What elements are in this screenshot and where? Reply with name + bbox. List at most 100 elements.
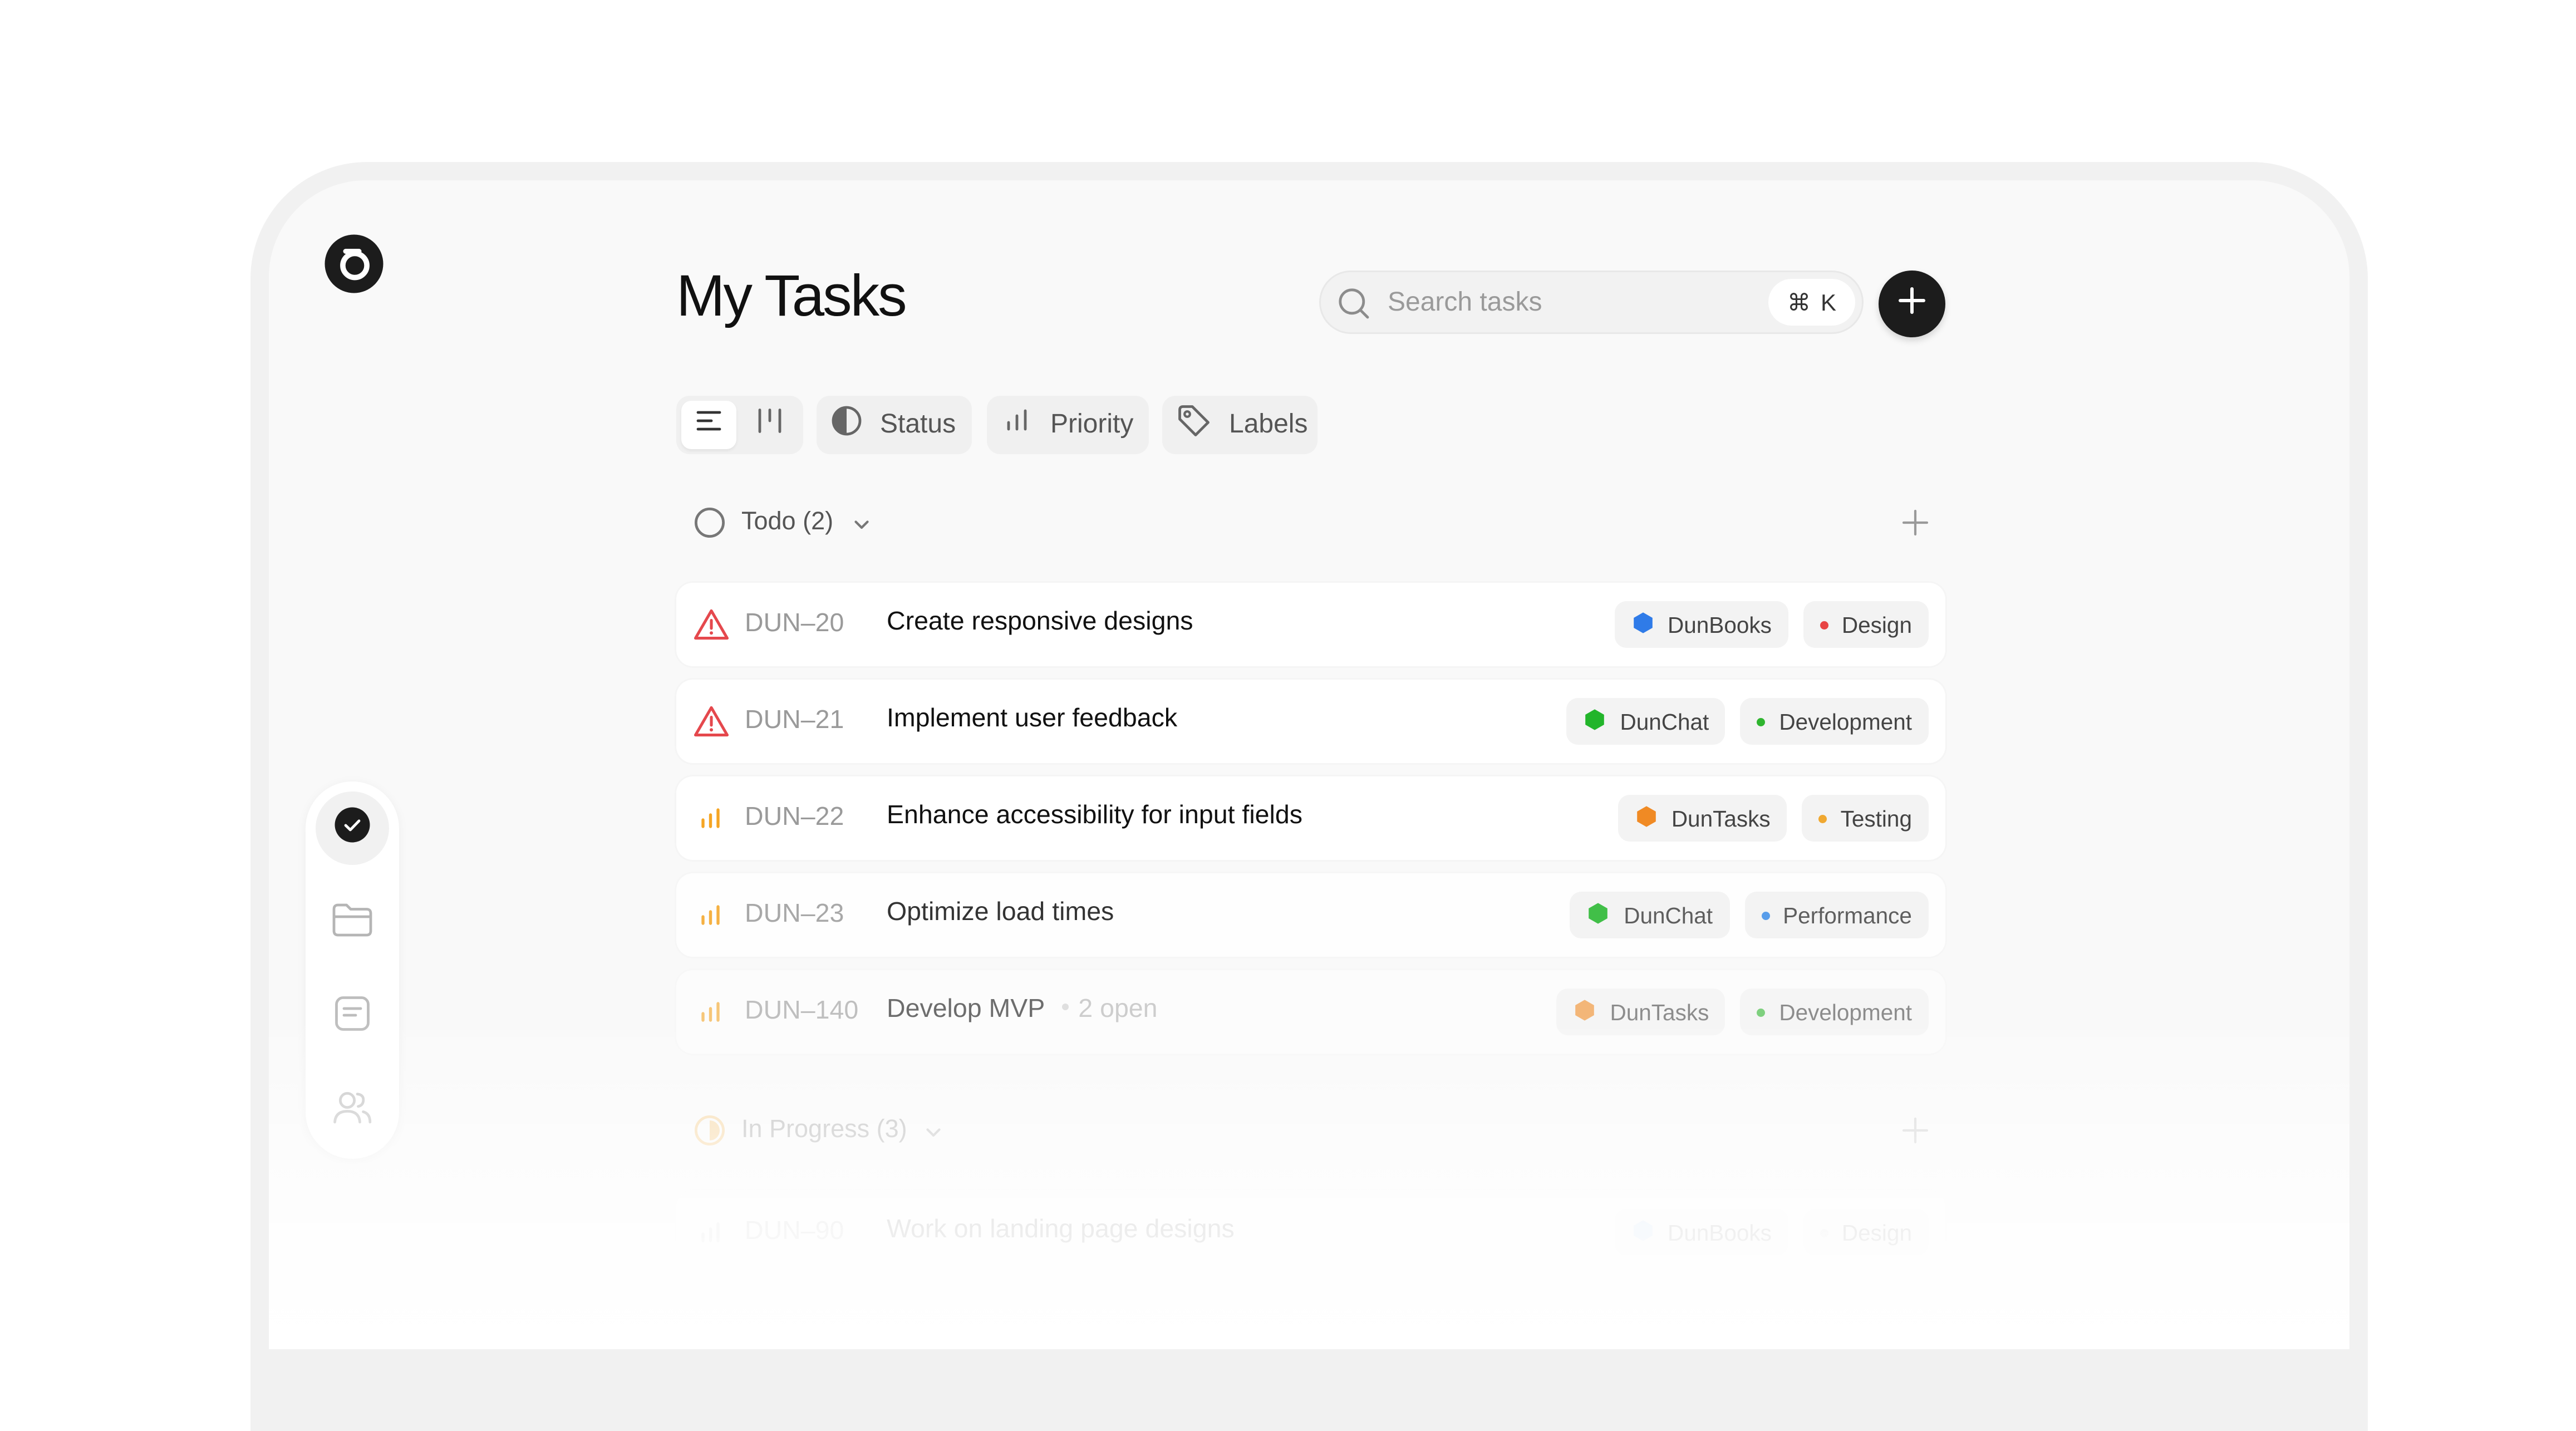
label-dot bbox=[1757, 717, 1766, 726]
label-chip[interactable]: Development bbox=[1741, 698, 1929, 745]
plus-icon bbox=[1897, 285, 1927, 323]
label-dot bbox=[1820, 1228, 1828, 1237]
priority-filter-button[interactable]: Priority bbox=[987, 396, 1149, 454]
label-dot bbox=[1820, 620, 1828, 629]
view-toggle bbox=[676, 396, 803, 454]
subtask-count-text: 2 open bbox=[1078, 995, 1158, 1024]
group-header-in-progress[interactable]: In Progress (3) bbox=[676, 1105, 1945, 1155]
task-id: DUN–140 bbox=[745, 997, 859, 1025]
hexagon-icon bbox=[1574, 998, 1597, 1026]
half-filled-circle-icon bbox=[693, 1114, 726, 1155]
search-bar[interactable]: ⌘ K bbox=[1319, 271, 1864, 334]
task-row[interactable]: DUN–90 Work on landing page designs DunB… bbox=[676, 1191, 1945, 1274]
task-title[interactable]: Create responsive designs bbox=[887, 608, 1193, 638]
sidebar-nav bbox=[306, 781, 399, 1159]
empty-circle-icon bbox=[693, 506, 726, 548]
label-chip[interactable]: Testing bbox=[1802, 795, 1929, 842]
sidebar-item-projects[interactable] bbox=[316, 887, 389, 960]
project-chip[interactable]: DunBooks bbox=[1614, 601, 1788, 648]
hexagon-icon bbox=[1631, 1218, 1654, 1247]
task-id: DUN–90 bbox=[745, 1217, 844, 1246]
medium-priority-icon bbox=[693, 994, 730, 1030]
label-chip[interactable]: Development bbox=[1741, 989, 1929, 1035]
task-row[interactable]: DUN–20 Create responsive designs DunBook… bbox=[676, 583, 1945, 666]
app-logo[interactable] bbox=[324, 234, 384, 294]
task-row[interactable]: DUN–23 Optimize load times DunChat Perfo… bbox=[676, 873, 1945, 957]
sidebar-item-notes[interactable] bbox=[316, 980, 389, 1054]
search-input[interactable] bbox=[1384, 286, 1758, 322]
add-task-button[interactable] bbox=[1879, 271, 1945, 337]
command-key: ⌘ bbox=[1787, 288, 1811, 315]
task-title[interactable]: Develop MVP 2 open bbox=[887, 995, 1158, 1025]
task-row[interactable]: DUN–140 Develop MVP 2 open DunTasks Devel… bbox=[676, 970, 1945, 1054]
search-icon bbox=[1338, 287, 1371, 329]
task-id: DUN–23 bbox=[745, 900, 844, 928]
task-title[interactable]: Optimize load times bbox=[887, 898, 1114, 928]
label-dot bbox=[1818, 814, 1827, 823]
medium-priority-icon bbox=[693, 800, 730, 837]
group-label: Todo (2) bbox=[741, 508, 834, 536]
project-chip[interactable]: DunTasks bbox=[1618, 795, 1787, 842]
label-name: Design bbox=[1841, 612, 1912, 637]
label-name: Design bbox=[1841, 1219, 1912, 1245]
bar-chart-icon bbox=[1000, 404, 1034, 446]
labels-filter-label: Labels bbox=[1229, 410, 1308, 439]
urgent-priority-icon bbox=[693, 703, 730, 740]
label-name: Development bbox=[1779, 709, 1912, 734]
hexagon-icon bbox=[1587, 901, 1610, 930]
bottom-fade-overlay bbox=[269, 1015, 2349, 1349]
tag-icon bbox=[1176, 402, 1212, 448]
label-name: Development bbox=[1779, 999, 1912, 1025]
project-name: DunBooks bbox=[1668, 612, 1772, 637]
board-view-button[interactable] bbox=[741, 401, 797, 449]
status-filter-label: Status bbox=[880, 410, 956, 439]
task-title[interactable]: Enhance accessibility for input fields bbox=[887, 801, 1302, 832]
hexagon-icon bbox=[1631, 611, 1654, 639]
project-name: DunChat bbox=[1624, 902, 1713, 928]
label-dot bbox=[1761, 911, 1770, 919]
status-filter-button[interactable]: Status bbox=[817, 396, 972, 454]
sidebar-item-tasks[interactable] bbox=[316, 791, 389, 865]
task-row[interactable]: DUN–22 Enhance accessibility for input f… bbox=[676, 776, 1945, 860]
task-title[interactable]: Implement user feedback bbox=[887, 705, 1177, 735]
chevron-down-icon[interactable] bbox=[923, 1120, 943, 1150]
users-icon bbox=[331, 1086, 374, 1135]
sidebar-item-team[interactable] bbox=[316, 1074, 389, 1147]
chevron-down-icon[interactable] bbox=[852, 513, 872, 543]
task-id: DUN–21 bbox=[745, 706, 844, 735]
label-chip[interactable]: Design bbox=[1803, 1209, 1929, 1256]
group-label: In Progress (3) bbox=[741, 1115, 907, 1144]
group-header-todo[interactable]: Todo (2) bbox=[676, 498, 1945, 548]
shortcut-hint: ⌘ K bbox=[1768, 279, 1855, 326]
medium-priority-icon bbox=[693, 897, 730, 933]
task-id: DUN–20 bbox=[745, 609, 844, 638]
labels-filter-button[interactable]: Labels bbox=[1162, 396, 1318, 454]
project-chip[interactable]: DunChat bbox=[1570, 892, 1730, 938]
k-key: K bbox=[1820, 289, 1837, 316]
project-name: DunChat bbox=[1620, 709, 1709, 734]
hexagon-icon bbox=[1635, 804, 1658, 833]
label-chip[interactable]: Performance bbox=[1744, 892, 1929, 938]
low-priority-icon bbox=[693, 1214, 730, 1251]
label-name: Performance bbox=[1783, 902, 1912, 928]
add-to-group-icon[interactable] bbox=[1902, 1117, 1929, 1152]
label-chip[interactable]: Design bbox=[1803, 601, 1929, 648]
subtask-count: 2 open bbox=[1055, 995, 1158, 1024]
app-window: My Tasks ⌘ K bbox=[269, 180, 2349, 1349]
half-circle-icon bbox=[830, 404, 863, 446]
add-to-group-icon[interactable] bbox=[1902, 509, 1929, 544]
document-icon bbox=[332, 993, 372, 1041]
project-chip[interactable]: DunTasks bbox=[1556, 989, 1726, 1035]
list-view-icon bbox=[696, 409, 722, 441]
task-id: DUN–22 bbox=[745, 803, 844, 832]
project-chip[interactable]: DunBooks bbox=[1614, 1209, 1788, 1256]
label-dot bbox=[1757, 1007, 1766, 1016]
folder-icon bbox=[331, 899, 374, 948]
hexagon-icon bbox=[1583, 707, 1606, 736]
project-chip[interactable]: DunChat bbox=[1566, 698, 1726, 745]
task-row[interactable]: DUN–21 Implement user feedback DunChat D… bbox=[676, 680, 1945, 763]
list-view-button[interactable] bbox=[681, 401, 736, 449]
task-title[interactable]: Work on landing page designs bbox=[887, 1216, 1235, 1246]
board-view-icon bbox=[756, 407, 783, 442]
label-name: Testing bbox=[1840, 805, 1912, 831]
